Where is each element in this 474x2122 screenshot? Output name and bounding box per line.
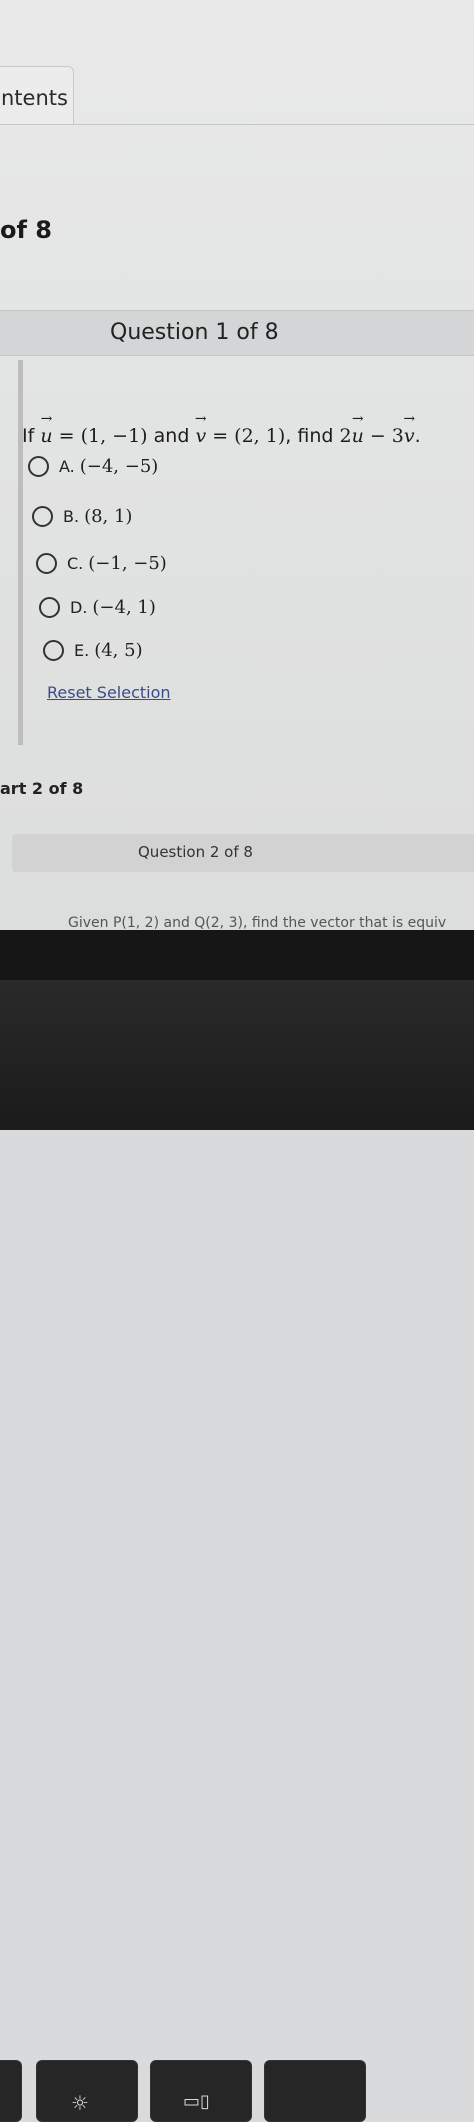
option-c-letter: C. [67, 554, 84, 573]
option-a-value: (−4, −5) [79, 456, 159, 477]
option-c[interactable]: C. (−1, −5) [36, 553, 167, 574]
contents-tab[interactable]: ntents [0, 66, 74, 125]
u-equation: = (1, −1) [52, 425, 148, 447]
reset-selection-link[interactable]: Reset Selection [47, 683, 171, 702]
option-e[interactable]: E. (4, 5) [43, 640, 143, 661]
question-2-header: Question 2 of 8 [138, 843, 253, 861]
expr-two: 2 [339, 425, 352, 447]
radio-c[interactable] [36, 553, 57, 574]
radio-d[interactable] [39, 597, 60, 618]
key-next [264, 2060, 366, 2122]
question-prefix: If [22, 425, 35, 447]
option-e-value: (4, 5) [94, 640, 143, 661]
option-d[interactable]: D. (−4, 1) [39, 597, 156, 618]
laptop-bezel [0, 930, 474, 980]
v-equation: = (2, 1) [206, 425, 286, 447]
option-a[interactable]: A. (−4, −5) [28, 456, 158, 477]
expr-end: . [414, 425, 421, 447]
radio-e[interactable] [43, 640, 64, 661]
option-b[interactable]: B. (8, 1) [32, 506, 132, 527]
vector-v: v [195, 425, 206, 447]
tab-divider [0, 124, 474, 125]
expr-vector-u: u [352, 425, 364, 447]
brightness-icon: ☼ [71, 2091, 89, 2115]
option-d-letter: D. [70, 598, 88, 617]
screen: ntents of 8 Question 1 of 8 If u = (1, −… [0, 0, 474, 930]
contents-tab-label: ntents [1, 86, 68, 110]
option-a-letter: A. [59, 457, 75, 476]
part-title: of 8 [0, 216, 52, 244]
window-icon: ▭▯ [183, 2091, 210, 2112]
option-b-letter: B. [63, 507, 80, 526]
question-header-bar: Question 1 of 8 [0, 310, 474, 356]
option-e-letter: E. [74, 641, 90, 660]
option-b-value: (8, 1) [84, 506, 133, 527]
question-2-header-bar: Question 2 of 8 [12, 834, 474, 872]
expr-minus-three: − 3 [363, 425, 404, 447]
question-left-rule [18, 360, 23, 745]
key-left [0, 2060, 22, 2122]
question-header: Question 1 of 8 [110, 320, 279, 345]
laptop-keyboard: ☼ ▭▯ [0, 980, 474, 2122]
option-d-value: (−4, 1) [92, 597, 156, 618]
question-text: If u = (1, −1) and v = (2, 1), find 2u −… [22, 425, 421, 447]
option-c-value: (−1, −5) [88, 553, 167, 574]
part-2-title: art 2 of 8 [0, 779, 84, 798]
and-word: and [153, 425, 190, 447]
key-window: ▭▯ [150, 2060, 252, 2122]
expr-vector-v: v [404, 425, 415, 447]
find-word: , find [285, 425, 334, 447]
question-2-preview: Given P(1, 2) and Q(2, 3), find the vect… [68, 915, 447, 930]
key-brightness: ☼ [36, 2060, 138, 2122]
vector-u: u [40, 425, 52, 447]
radio-b[interactable] [32, 506, 53, 527]
radio-a[interactable] [28, 456, 49, 477]
